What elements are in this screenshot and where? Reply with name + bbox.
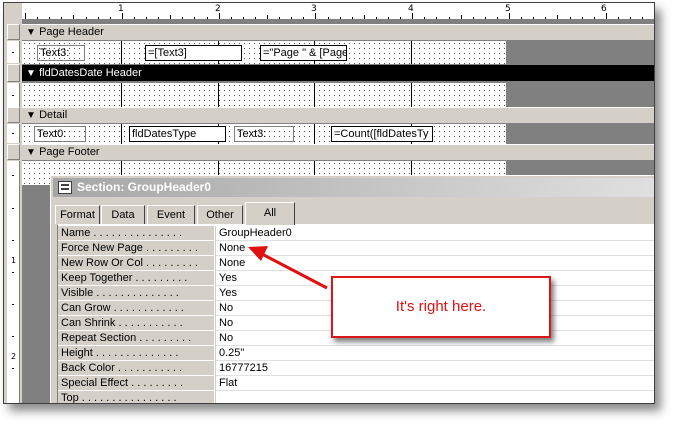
annotation-callout: It's right here.: [331, 276, 551, 338]
tab-all[interactable]: All: [245, 202, 295, 225]
annotation-arrow-icon: [248, 246, 328, 290]
